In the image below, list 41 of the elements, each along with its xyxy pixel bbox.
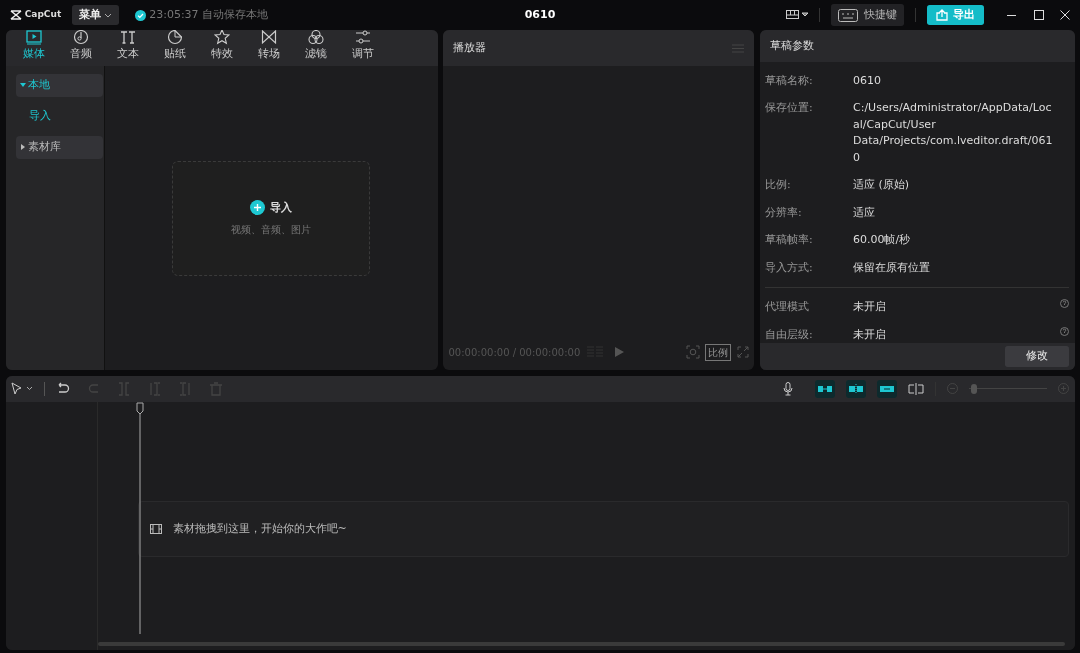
field-value: 未开启 [853, 326, 887, 343]
field-label: 代理模式 [765, 299, 810, 316]
field-value: 适应 [853, 204, 876, 221]
library-group[interactable]: 素材库 [15, 136, 103, 159]
field-value: C:/Users/Administrator/AppData/Local/CapCut/User Data/Projects/com.lveditor.draft/0610 [853, 100, 1054, 166]
panel-title: 播放器 [453, 39, 486, 56]
media-tab[interactable]: 调节 [339, 30, 387, 64]
field-label: 保存位置: [765, 100, 814, 117]
field-label: 自由层级: [765, 326, 814, 343]
drop-hint: 素材拖拽到这里，开始你的大作吧~ [172, 520, 347, 537]
menu-button[interactable]: 菜单 [72, 4, 119, 26]
import-label: 导入 [270, 199, 293, 216]
autosave-status: 23:05:37 自动保存本地 [149, 6, 269, 23]
panel-title: 草稿参数 [769, 37, 814, 54]
field-label: 草稿名称: [765, 72, 814, 89]
media-tab[interactable]: 媒体 [10, 30, 58, 64]
window-title: 0610 [524, 6, 556, 23]
library-item[interactable]: 导入 [15, 105, 94, 128]
shortcuts-button[interactable]: 快捷键 [831, 3, 904, 27]
library-group[interactable]: 本地 [15, 74, 103, 97]
edit-button[interactable]: 修改 [1005, 346, 1069, 367]
media-tab[interactable]: 贴纸 [151, 30, 199, 64]
field-value: 0610 [853, 72, 882, 89]
field-value: 60.00帧/秒 [853, 232, 912, 249]
field-value: 未开启 [853, 299, 887, 316]
media-tab[interactable]: 音频 [57, 30, 105, 64]
field-value: 保留在原有位置 [853, 259, 931, 276]
media-tab[interactable]: 特效 [198, 30, 246, 64]
import-area[interactable]: 导入 视频、音频、图片 [172, 160, 370, 276]
field-label: 草稿帧率: [765, 232, 814, 249]
import-hint: 视频、音频、图片 [231, 222, 311, 237]
field-label: 比例: [765, 177, 792, 194]
field-label: 导入方式: [765, 259, 814, 276]
field-label: 分辨率: [765, 204, 803, 221]
media-tab[interactable]: 转场 [245, 30, 293, 64]
media-tab[interactable]: 滤镜 [292, 30, 340, 64]
app-logo: CapCut [24, 8, 62, 22]
media-tab[interactable]: 文本 [104, 30, 152, 64]
ratio-button[interactable]: 比例 [705, 343, 731, 361]
drop-track[interactable]: 素材拖拽到这里，开始你的大作吧~ [137, 500, 1069, 557]
field-value: 适应 (原始) [853, 177, 911, 194]
